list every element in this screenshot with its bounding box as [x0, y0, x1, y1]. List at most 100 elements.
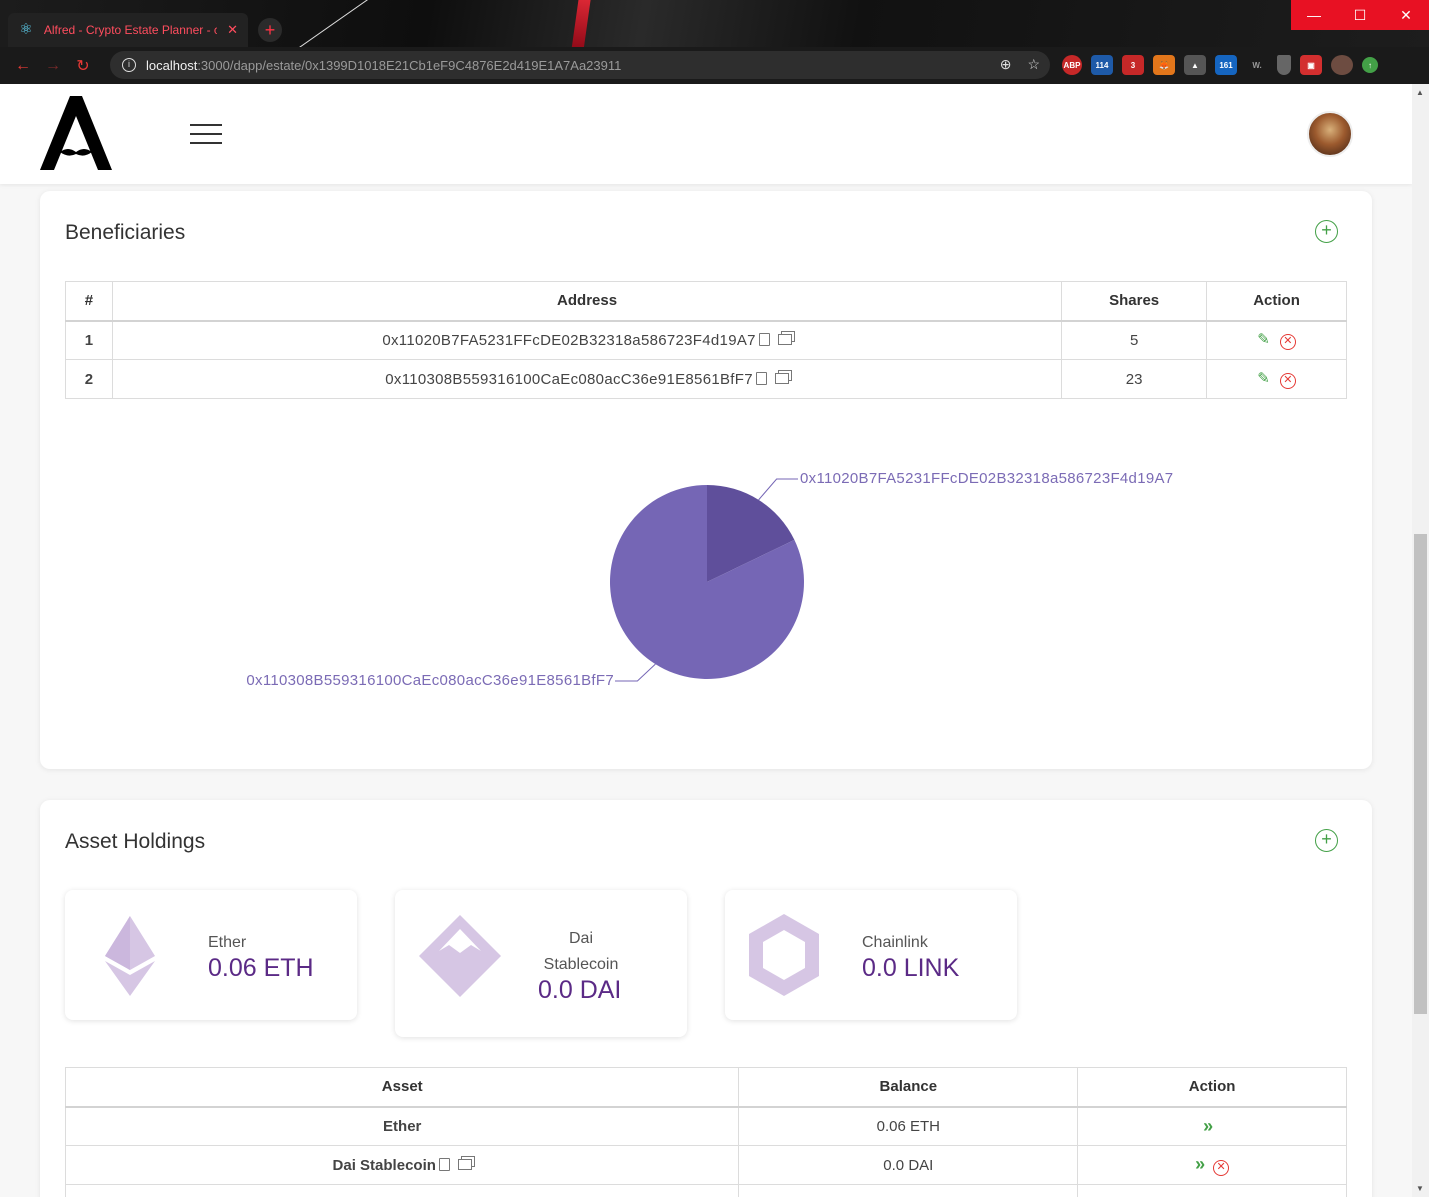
asset-name-line2: Stablecoin — [543, 956, 619, 973]
asset-amount: 0.06 ETH — [208, 954, 314, 982]
scroll-down-arrow[interactable]: ▼ — [1416, 1184, 1424, 1193]
calendar-ext-icon[interactable]: 114 — [1091, 55, 1113, 75]
scroll-up-arrow[interactable]: ▲ — [1416, 88, 1424, 97]
new-tab-button[interactable]: + — [258, 18, 282, 42]
ether-tile[interactable]: Ether 0.06 ETH — [65, 890, 357, 1020]
col-action: Action — [1077, 1067, 1347, 1108]
pie-leader-line — [615, 663, 656, 682]
asset-cell: Dai Stablecoin — [64, 1145, 740, 1185]
tab-title: Alfred - Crypto Estate Planner - c — [43, 23, 218, 37]
balance-cell — [738, 1184, 1079, 1197]
balance-cell: 0.0 DAI — [738, 1145, 1079, 1185]
asset-amount: 0.0 DAI — [538, 976, 622, 1004]
back-button[interactable]: ← — [8, 57, 38, 75]
col-address: Address — [111, 281, 1063, 322]
action-cell: » — [1077, 1106, 1347, 1146]
action-cell: ✎ ✕ — [1206, 320, 1347, 360]
asset-name-line1: Dai — [568, 930, 593, 947]
close-window-button[interactable]: ✕ — [1383, 0, 1429, 30]
table-row: Dai Stablecoin 0.0 DAI » ✕ — [64, 1145, 1347, 1185]
browser-tab[interactable]: ⚛ Alfred - Crypto Estate Planner - c ✕ — [8, 13, 248, 47]
beneficiaries-table: # Address Shares Action 1 0x11020B7FA523… — [65, 281, 1347, 399]
chainlink-icon — [749, 914, 819, 996]
extensions-bar: ABP 114 3 🦊 ▲ 161 W. ▣ ↑ — [1062, 55, 1378, 75]
asset-cell: Ether — [64, 1106, 740, 1146]
metamask-icon[interactable]: 🦊 — [1153, 55, 1175, 75]
address-cell: 0x110308B559316100CaEc080acC36e91E8561Bf… — [111, 359, 1063, 399]
delete-icon[interactable]: ✕ — [1213, 1160, 1230, 1176]
beneficiary-address: 0x110308B559316100CaEc080acC36e91E8561Bf… — [385, 370, 753, 388]
window-controls: — ☐ ✕ — [1291, 0, 1429, 30]
edit-icon[interactable]: ✎ — [1257, 370, 1270, 387]
alfred-logo — [40, 96, 112, 170]
add-beneficiary-button[interactable]: + — [1315, 220, 1338, 243]
zoom-icon[interactable]: ⊕ — [1000, 56, 1012, 73]
copy-icon[interactable] — [774, 372, 789, 384]
action-cell: » ✕ — [1077, 1145, 1347, 1185]
close-icon[interactable]: ✕ — [227, 22, 238, 38]
clipboard-icon[interactable] — [758, 332, 770, 346]
delete-icon[interactable]: ✕ — [1279, 334, 1296, 351]
shield-icon[interactable] — [1277, 55, 1291, 75]
transfer-icon[interactable]: » — [1203, 1116, 1213, 1136]
beneficiaries-title: Beneficiaries — [65, 221, 186, 244]
clipboard-icon[interactable] — [438, 1157, 450, 1171]
wallpaper-streak — [570, 0, 592, 47]
add-asset-button[interactable]: + — [1315, 829, 1338, 852]
col-index: # — [65, 281, 113, 322]
row-index: 2 — [65, 359, 113, 399]
col-shares: Shares — [1061, 281, 1208, 322]
pie-svg: 0x11020B7FA5231FFcDE02B32318a586723F4d19… — [246, 470, 1173, 689]
page-scrollbar[interactable]: ▲ ▼ — [1412, 84, 1429, 1197]
bookmark-star-icon[interactable]: ☆ — [1027, 56, 1040, 73]
mail-ext-icon[interactable]: 161 — [1215, 55, 1237, 75]
adblock-icon[interactable]: ABP — [1062, 55, 1082, 75]
shares-cell: 23 — [1061, 359, 1208, 399]
address-cell: 0x11020B7FA5231FFcDE02B32318a586723F4d19… — [111, 320, 1063, 360]
reload-button[interactable]: ↻ — [68, 56, 98, 76]
pie-label: 0x110308B559316100CaEc080acC36e91E8561Bf… — [246, 672, 614, 689]
browser-titlebar: ⚛ Alfred - Crypto Estate Planner - c ✕ +… — [0, 0, 1429, 47]
url-path: :3000/dapp/estate/0x1399D1018E21Cb1eF9C4… — [197, 57, 622, 73]
wallpaper-line — [297, 0, 373, 47]
drive-icon[interactable]: ▲ — [1184, 55, 1206, 75]
table-row: 2 0x110308B559316100CaEc080acC36e91E8561… — [65, 359, 1347, 399]
gift-icon[interactable]: ▣ — [1300, 55, 1322, 75]
assets-table: Asset Balance Action Ether 0.06 ETH » Da… — [64, 1067, 1347, 1197]
asset-holdings-title: Asset Holdings — [65, 830, 206, 853]
edit-icon[interactable]: ✎ — [1257, 331, 1270, 348]
info-icon[interactable]: i — [122, 58, 136, 72]
col-balance: Balance — [738, 1067, 1079, 1108]
scroll-thumb[interactable] — [1414, 534, 1427, 1014]
profile-avatar-icon[interactable] — [1331, 55, 1353, 75]
copy-icon[interactable] — [457, 1158, 472, 1170]
beneficiary-address: 0x11020B7FA5231FFcDE02B32318a586723F4d19… — [382, 331, 756, 349]
update-icon[interactable]: ↑ — [1362, 57, 1378, 73]
delete-icon[interactable]: ✕ — [1279, 373, 1296, 389]
asset-cell — [64, 1184, 740, 1197]
asset-amount: 0.0 LINK — [862, 954, 960, 982]
shares-cell: 5 — [1061, 320, 1208, 360]
transfer-icon[interactable]: » — [1195, 1154, 1205, 1174]
page-content: Beneficiaries + # Address Shares Action … — [0, 84, 1412, 1197]
minimize-button[interactable]: — — [1291, 0, 1337, 30]
menu-toggle-button[interactable] — [190, 124, 222, 144]
maximize-button[interactable]: ☐ — [1337, 0, 1383, 30]
table-row: 1 0x11020B7FA5231FFcDE02B32318a586723F4d… — [65, 320, 1347, 360]
col-asset: Asset — [64, 1067, 740, 1108]
todo-ext-icon[interactable]: 3 — [1122, 55, 1144, 75]
forward-button[interactable]: → — [38, 57, 68, 75]
beneficiaries-card: Beneficiaries + # Address Shares Action … — [40, 191, 1372, 769]
action-cell — [1077, 1184, 1347, 1197]
user-avatar[interactable] — [1307, 111, 1353, 157]
address-bar[interactable]: i localhost:3000/dapp/estate/0x1399D1018… — [110, 51, 1050, 79]
chainlink-tile[interactable]: Chainlink 0.0 LINK — [725, 890, 1017, 1020]
shares-pie-chart: 0x11020B7FA5231FFcDE02B32318a586723F4d19… — [40, 441, 1372, 741]
w-ext-icon[interactable]: W. — [1246, 55, 1268, 75]
ethereum-icon — [105, 916, 155, 996]
clipboard-icon[interactable] — [755, 371, 767, 385]
browser-toolbar: ← → ↻ i localhost:3000/dapp/estate/0x139… — [0, 47, 1429, 84]
react-icon: ⚛ — [19, 21, 33, 38]
copy-icon[interactable] — [777, 333, 792, 345]
dai-tile[interactable]: Dai Stablecoin 0.0 DAI — [395, 890, 687, 1037]
